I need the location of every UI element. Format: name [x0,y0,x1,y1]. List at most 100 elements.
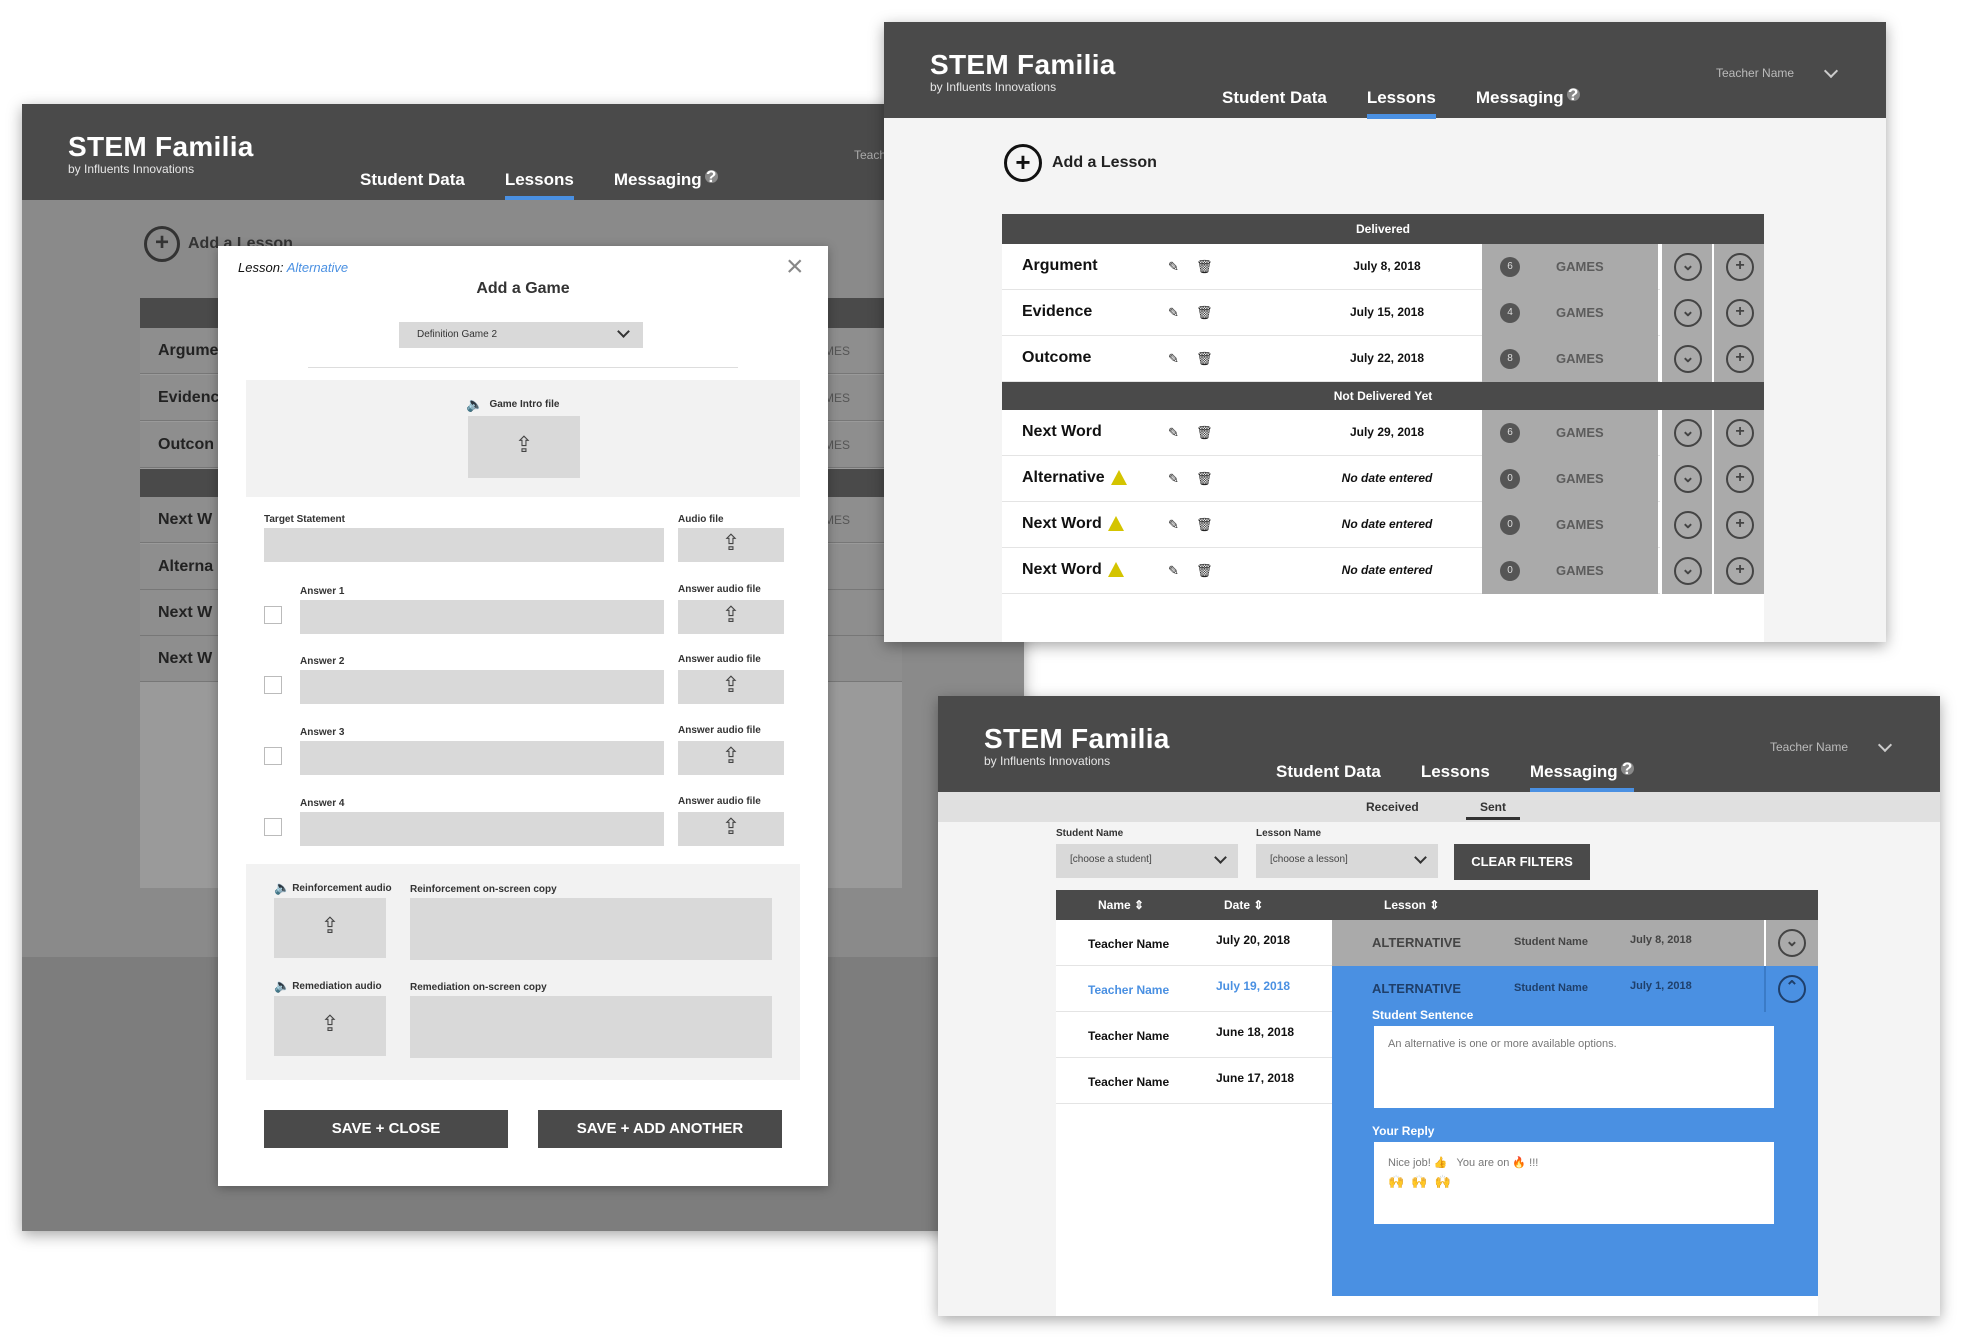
nav-student-data[interactable]: Student Data [1276,762,1381,793]
nav-lessons[interactable]: Lessons [1421,762,1490,793]
games-cell[interactable]: 6 GAMES [1482,410,1658,456]
nav-messaging-label: Messaging [1475,88,1564,107]
nav-messaging[interactable]: Messaging? [1529,760,1634,793]
message-row[interactable]: Teacher Name June 18, 2018 [1056,1012,1332,1058]
edit-icon[interactable]: ✎ [1168,563,1179,579]
message-detail-collapsed[interactable]: ALTERNATIVE Student Name July 8, 2018 ⌄ [1332,920,1818,966]
add-game-button[interactable]: + [1712,502,1764,548]
save-close-button[interactable]: SAVE + CLOSE [264,1110,508,1148]
lesson-row[interactable]: Alternative ✎ 🗑 No date entered 0 GAMES ⌄… [1002,456,1764,502]
answer-audio-upload[interactable]: ⇪ [678,670,784,704]
target-statement-input[interactable] [264,528,664,562]
expand-button[interactable]: ⌄ [1660,410,1712,456]
remediation-copy-input[interactable] [410,996,772,1058]
nav-lessons[interactable]: Lessons [1366,88,1436,119]
remediation-upload[interactable]: ⇪ [274,996,386,1056]
answer-audio-upload[interactable]: ⇪ [678,741,784,775]
nav-student-data[interactable]: Student Data [360,170,465,201]
expand-button[interactable]: ⌄ [1660,502,1712,548]
games-cell[interactable]: 0 GAMES [1482,502,1658,548]
edit-icon[interactable]: ✎ [1168,425,1179,441]
nav-lessons[interactable]: Lessons [504,170,574,201]
expand-button[interactable]: ⌄ [1660,548,1712,594]
add-game-button[interactable]: + [1712,336,1764,382]
edit-icon[interactable]: ✎ [1168,517,1179,533]
answer-audio-upload[interactable]: ⇪ [678,600,784,634]
trash-icon[interactable]: 🗑 [1196,351,1213,367]
games-cell[interactable]: 4 GAMES [1482,290,1658,336]
tab-received[interactable]: Received [1366,800,1419,814]
teacher-name[interactable]: Teacher Name [1716,66,1794,80]
add-game-button[interactable]: + [1712,548,1764,594]
answer-correct-checkbox[interactable] [264,747,282,765]
edit-icon[interactable]: ✎ [1168,351,1179,367]
student-filter-label: Student Name [1056,828,1124,839]
save-add-another-button[interactable]: SAVE + ADD ANOTHER [538,1110,782,1148]
trash-icon[interactable]: 🗑 [1196,259,1213,275]
games-cell[interactable]: 6 GAMES [1482,244,1658,290]
game-select[interactable]: Definition Game 2 [399,322,643,348]
trash-icon[interactable]: 🗑 [1196,305,1213,321]
answer-audio-upload[interactable]: ⇪ [678,812,784,846]
message-row[interactable]: Teacher Name June 17, 2018 [1056,1058,1332,1104]
message-row[interactable]: Teacher Name July 20, 2018 [1056,920,1332,966]
collapse-button[interactable]: ⌃ [1764,966,1818,1012]
nav-messaging[interactable]: Messaging? [1475,86,1580,119]
lesson-row[interactable]: Next Word ✎ 🗑 No date entered 0 GAMES ⌄ + [1002,548,1764,594]
lesson-row[interactable]: Outcome ✎ 🗑 July 22, 2018 8 GAMES ⌄ + [1002,336,1764,382]
add-game-button[interactable]: + [1712,290,1764,336]
nav-student-data[interactable]: Student Data [1222,88,1327,119]
upload-icon: ⇪ [721,814,741,839]
nav-messaging[interactable]: Messaging? [614,168,718,201]
lesson-row[interactable]: Next Word ✎ 🗑 July 29, 2018 6 GAMES ⌄ + [1002,410,1764,456]
lesson-row[interactable]: Evidence ✎ 🗑 July 15, 2018 4 GAMES ⌄ + [1002,290,1764,336]
column-name[interactable]: Name ⇕ [1098,898,1144,912]
teacher-name[interactable]: Teacher Name [1770,740,1848,754]
answer-input[interactable] [300,670,664,704]
reply-input[interactable]: Nice job! 👍 You are on 🔥 !!! 🙌 🙌 🙌 [1374,1142,1774,1224]
column-date[interactable]: Date ⇕ [1224,898,1263,912]
trash-icon[interactable]: 🗑 [1196,563,1213,579]
expand-button[interactable]: ⌄ [1660,244,1712,290]
lesson-row[interactable]: Next Word ✎ 🗑 No date entered 0 GAMES ⌄ + [1002,502,1764,548]
expand-button[interactable]: ⌄ [1764,920,1818,966]
message-date: June 17, 2018 [1216,1071,1295,1085]
edit-icon[interactable]: ✎ [1168,471,1179,487]
student-filter-select[interactable]: [choose a student] [1056,844,1238,878]
answer-correct-checkbox[interactable] [264,606,282,624]
answer-input[interactable] [300,600,664,634]
games-cell[interactable]: 0 GAMES [1482,456,1658,502]
trash-icon[interactable]: 🗑 [1196,471,1213,487]
edit-icon[interactable]: ✎ [1168,305,1179,321]
close-icon[interactable]: × [786,250,804,284]
answer-input[interactable] [300,741,664,775]
intro-upload-button[interactable]: ⇪ [468,416,580,478]
answer-correct-checkbox[interactable] [264,676,282,694]
games-cell[interactable]: 0 GAMES [1482,548,1658,594]
tab-sent[interactable]: Sent [1466,800,1520,820]
expand-button[interactable]: ⌄ [1660,456,1712,502]
column-lesson[interactable]: Lesson ⇕ [1384,898,1439,912]
add-game-button[interactable]: + [1712,410,1764,456]
games-cell[interactable]: 8 GAMES [1482,336,1658,382]
audio-upload-button[interactable]: ⇪ [678,528,784,562]
answer-correct-checkbox[interactable] [264,818,282,836]
message-sender: Teacher Name [1088,1029,1170,1043]
lesson-caption-label: Lesson: [238,260,284,275]
reinforcement-upload[interactable]: ⇪ [274,898,386,958]
lesson-caption-name[interactable]: Alternative [287,260,348,275]
trash-icon[interactable]: 🗑 [1196,517,1213,533]
clear-filters-button[interactable]: CLEAR FILTERS [1454,844,1590,880]
add-game-button[interactable]: + [1712,456,1764,502]
message-row-selected[interactable]: Teacher Name July 19, 2018 [1056,966,1332,1012]
edit-icon[interactable]: ✎ [1168,259,1179,275]
expand-button[interactable]: ⌄ [1660,290,1712,336]
add-game-button[interactable]: + [1712,244,1764,290]
lesson-filter-select[interactable]: [choose a lesson] [1256,844,1438,878]
expand-button[interactable]: ⌄ [1660,336,1712,382]
reinforcement-copy-input[interactable] [410,898,772,960]
trash-icon[interactable]: 🗑 [1196,425,1213,441]
lesson-row[interactable]: Argument ✎ 🗑 July 8, 2018 6 GAMES ⌄ + [1002,244,1764,290]
answer-input[interactable] [300,812,664,846]
add-lesson-button[interactable]: + Add a Lesson [1004,144,1157,182]
